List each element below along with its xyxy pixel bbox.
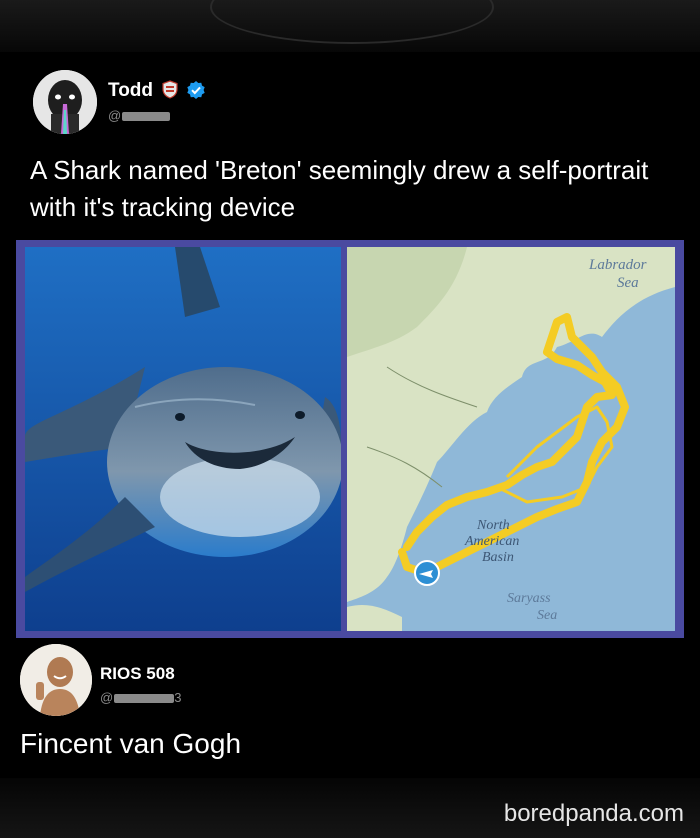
map-label-sea-1: Sea xyxy=(617,275,639,291)
shark-image xyxy=(25,247,341,631)
reply-author-handle[interactable]: @3 xyxy=(100,690,181,705)
shield-icon xyxy=(162,80,178,99)
map-label-labrador: Labrador xyxy=(588,257,647,273)
verified-badge-icon xyxy=(187,81,205,99)
tweet-media[interactable]: Labrador Sea North American Basin Saryas… xyxy=(16,240,684,638)
map-label-sea-2: Sea xyxy=(537,608,557,623)
reply-text: Fincent van Gogh xyxy=(20,728,242,759)
map-label-north: North xyxy=(476,518,510,533)
map-image: Labrador Sea North American Basin Saryas… xyxy=(347,247,675,631)
handle-prefix: @ xyxy=(100,690,114,705)
map-label-american: American xyxy=(464,534,519,549)
reply-author-avatar[interactable] xyxy=(20,644,92,716)
tracking-map: Labrador Sea North American Basin Saryas… xyxy=(347,247,675,631)
author-handle[interactable]: @ xyxy=(108,108,171,123)
author-avatar[interactable] xyxy=(33,70,97,134)
map-label-basin: Basin xyxy=(482,550,514,565)
avatar-illustration xyxy=(33,70,97,134)
redacted-handle xyxy=(122,112,171,122)
avatar-photo xyxy=(20,644,92,716)
reply-author-name[interactable]: RIOS 508 xyxy=(100,664,175,684)
handle-suffix: 3 xyxy=(174,690,182,705)
shark-photo xyxy=(25,247,341,631)
top-decoration xyxy=(0,0,700,52)
handle-prefix: @ xyxy=(108,108,122,123)
watermark: boredpanda.com xyxy=(503,800,684,827)
map-label-saryass: Saryass xyxy=(507,591,551,606)
tweet-text: A Shark named 'Breton' seemingly drew a … xyxy=(30,155,649,222)
author-name[interactable]: Todd xyxy=(108,80,153,102)
redacted-handle xyxy=(114,694,175,704)
